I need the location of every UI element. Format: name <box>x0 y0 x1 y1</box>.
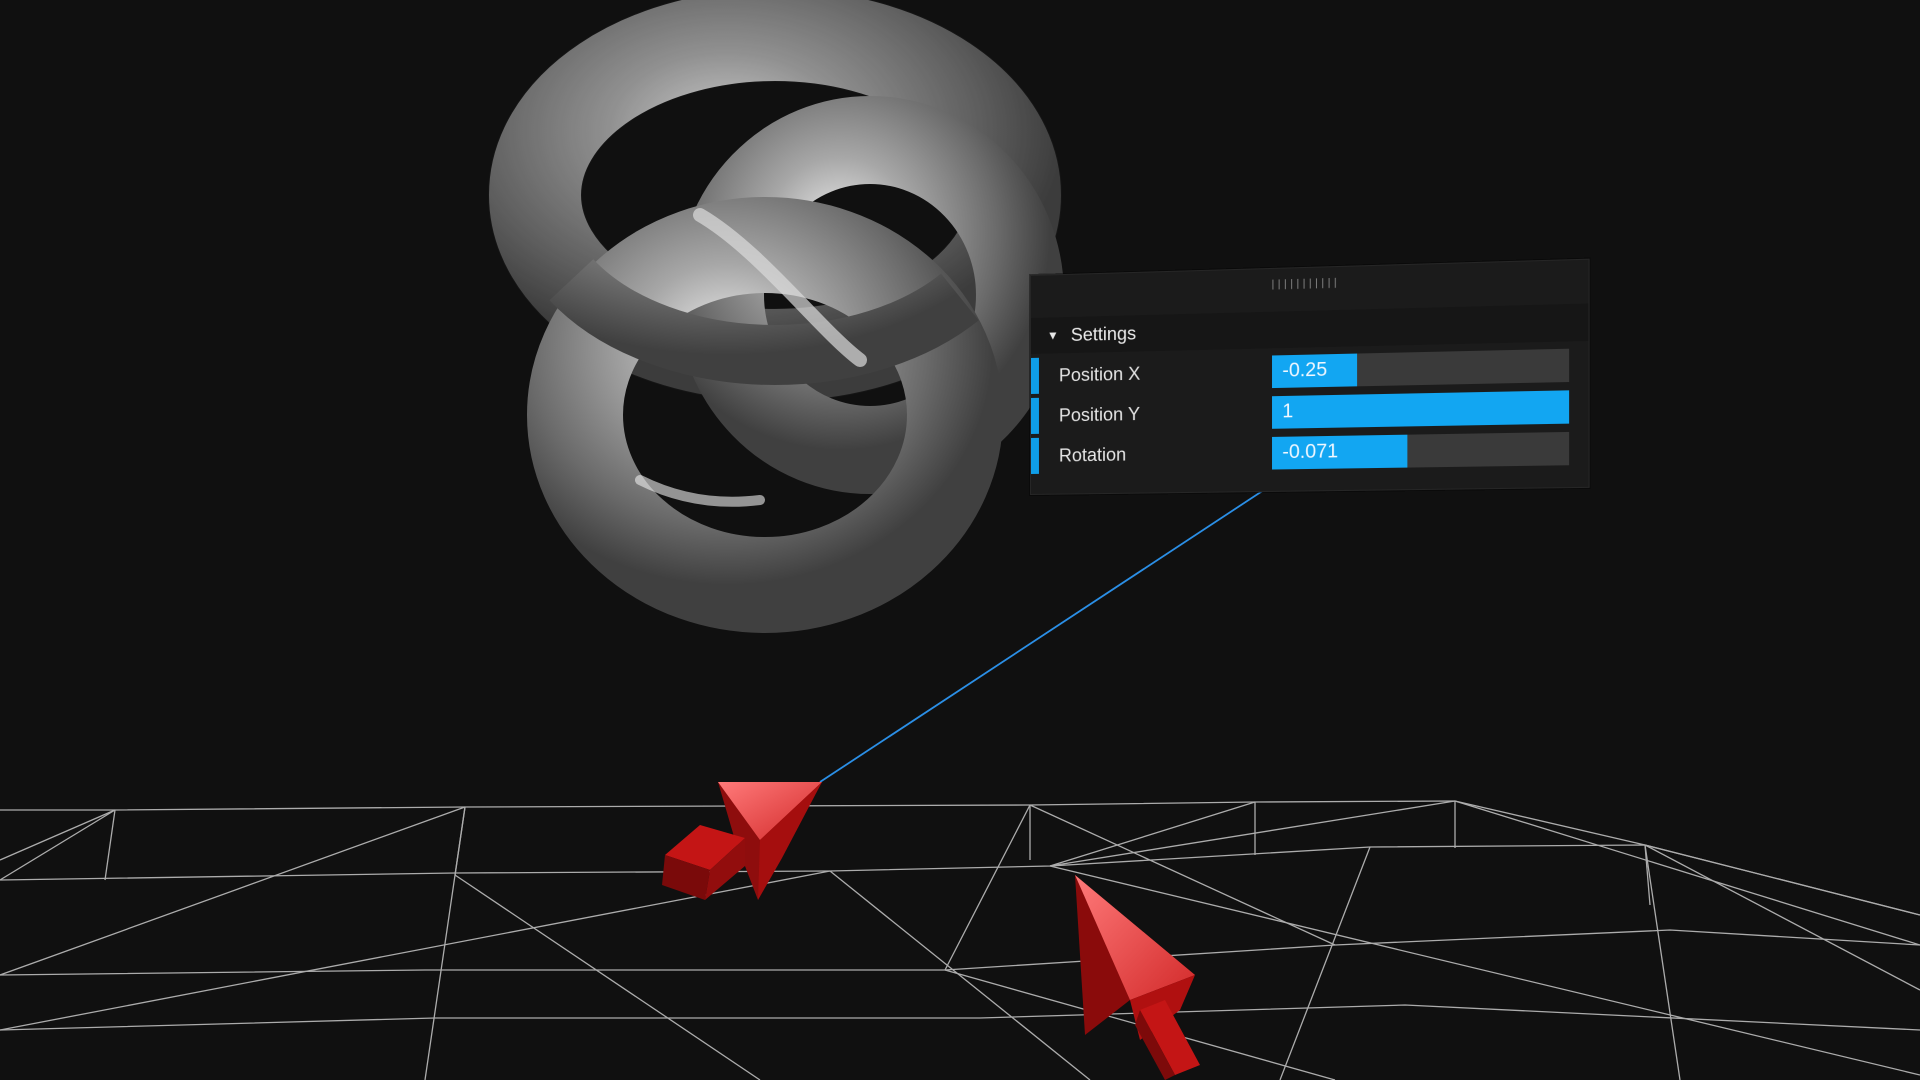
position-y-slider[interactable]: 1 <box>1272 390 1570 429</box>
slider-value: -0.071 <box>1282 440 1339 464</box>
slider-value: 1 <box>1282 400 1294 423</box>
setting-row-rotation: Rotation -0.071 <box>1030 429 1589 474</box>
row-accent-bar <box>1030 437 1039 474</box>
setting-label: Rotation <box>1058 444 1127 466</box>
floor-grid <box>0 800 1920 1080</box>
rotation-slider[interactable]: -0.071 <box>1272 431 1570 470</box>
position-x-slider[interactable]: -0.25 <box>1272 348 1570 389</box>
row-accent-bar <box>1030 397 1039 434</box>
setting-row-position-x: Position X -0.25 <box>1030 345 1589 394</box>
drag-handle-icon[interactable]: ||||||||||| <box>1270 277 1339 290</box>
setting-row-position-y: Position Y 1 <box>1030 387 1589 434</box>
slider-fill <box>1272 390 1570 429</box>
vr-scene <box>0 0 1920 1080</box>
row-accent-bar <box>1030 357 1039 394</box>
triangle-down-icon[interactable]: ▼ <box>1047 328 1059 342</box>
pointer-arrow-icon[interactable] <box>662 782 822 900</box>
trefoil-knot-model[interactable] <box>488 0 1064 633</box>
settings-panel[interactable]: ||||||||||| ▼ Settings Position X -0.25 … <box>1030 258 1590 495</box>
setting-label: Position Y <box>1058 403 1141 426</box>
slider-value: -0.25 <box>1282 359 1328 382</box>
panel-background: ||||||||||| ▼ Settings Position X -0.25 … <box>1030 258 1590 495</box>
pointer-arrow-icon[interactable] <box>1075 875 1200 1080</box>
section-title: Settings <box>1070 322 1137 345</box>
setting-label: Position X <box>1058 363 1141 386</box>
